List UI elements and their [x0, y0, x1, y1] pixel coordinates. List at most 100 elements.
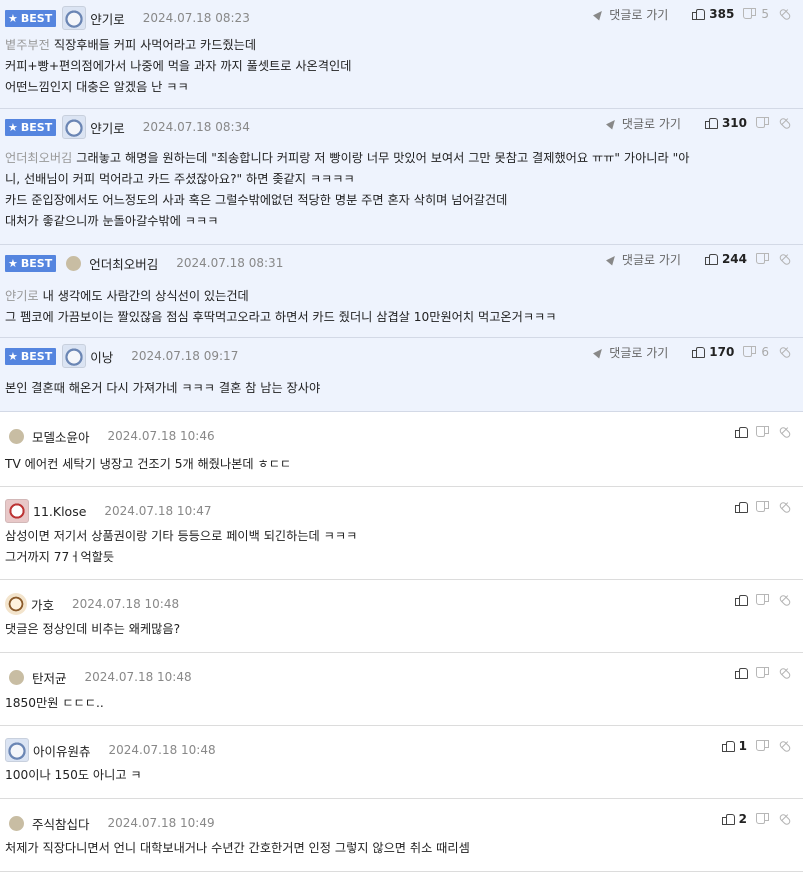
- downvote-button[interactable]: [757, 253, 769, 265]
- comment-text: 어떤느낌인지 대충은 알겠음 난 ㅋㅋ: [5, 80, 189, 94]
- goto-reply-label: 댓글로 가기: [609, 345, 669, 360]
- thumbs-up-icon: [721, 813, 735, 825]
- downvote-button[interactable]: [757, 667, 769, 679]
- upvote-button[interactable]: 170: [692, 345, 734, 359]
- avatar-dog[interactable]: [5, 499, 29, 523]
- upvote-button[interactable]: [735, 594, 748, 606]
- share-link-button[interactable]: [778, 666, 792, 680]
- downvote-button[interactable]: [757, 740, 769, 752]
- upvote-count: 244: [721, 252, 747, 266]
- downvote-button[interactable]: [757, 813, 769, 825]
- thumbs-up-icon: [735, 594, 748, 606]
- comment-date: 2024.07.18 09:17: [131, 349, 239, 363]
- comment-item: 모델소윤아 2024.07.18 10:46 TV 에어컨 세탁기 냉장고 건조기 …: [0, 412, 803, 487]
- best-badge: ★ BEST: [5, 118, 57, 136]
- comment-text: 댓글은 정상인데 비추는 왜케많음?: [5, 622, 181, 636]
- comment-actions: 1: [712, 733, 792, 759]
- comment-date: 2024.07.18 10:49: [107, 816, 215, 830]
- goto-reply-link[interactable]: 댓글로 가기: [593, 6, 668, 23]
- upvote-count: 1: [738, 739, 747, 753]
- comment-item: 아이유원츄 2024.07.18 10:48 1 100이나 150도 아니고 ㅋ: [0, 726, 803, 799]
- comment-actions: [725, 660, 792, 686]
- share-link-button[interactable]: [778, 345, 792, 359]
- author-name[interactable]: 가호: [31, 595, 54, 614]
- mention-tag[interactable]: 볕주부전: [5, 38, 50, 52]
- comment-text: 그래놓고 해명을 원하는데 "죄송합니다 커피랑 저 빵이랑 너무 맛있어 보여…: [76, 151, 690, 165]
- author-name[interactable]: 11.Klose: [33, 504, 86, 519]
- comment-line: 어떤느낌인지 대충은 알겠음 난 ㅋㅋ: [5, 77, 793, 98]
- avatar-dot[interactable]: [66, 255, 82, 271]
- upvote-button[interactable]: [735, 667, 748, 679]
- author-name[interactable]: 얀기로: [90, 118, 125, 137]
- star-icon: ★: [8, 11, 18, 25]
- comment-meta: 가호 2024.07.18 10:48: [5, 592, 179, 616]
- avatar-pic[interactable]: [62, 6, 87, 30]
- link-icon: [778, 252, 792, 266]
- comment-text: 본인 결혼때 해온거 다시 가져가네 ㅋㅋㅋ 결혼 참 남는 장사야: [5, 381, 321, 395]
- arrow-icon: [593, 345, 606, 359]
- upvote-button[interactable]: [735, 426, 748, 438]
- avatar-dot[interactable]: [9, 669, 24, 685]
- author-name[interactable]: 주식참십다: [32, 814, 90, 833]
- avatar-pup[interactable]: [5, 593, 27, 615]
- share-link-button[interactable]: [778, 116, 792, 130]
- comment-item: 11.Klose 2024.07.18 10:47 삼성이면 저기서 상품권이랑 기…: [0, 487, 803, 580]
- goto-reply-link[interactable]: 댓글로 가기: [605, 115, 681, 132]
- thumbs-down-icon: [744, 346, 756, 358]
- thumbs-up-icon: [735, 501, 748, 513]
- best-label: BEST: [20, 11, 53, 25]
- share-link-button[interactable]: [778, 7, 792, 21]
- thumbs-down-icon: [757, 813, 769, 825]
- share-link-button[interactable]: [778, 425, 792, 439]
- upvote-button[interactable]: 1: [721, 739, 747, 753]
- comment-text: 그 펨코에 가끔보이는 짤있잖음 점심 후딱먹고오라고 하면서 카드 줬더니 삼…: [5, 310, 557, 324]
- upvote-button[interactable]: 385: [692, 7, 734, 21]
- author-name[interactable]: 탄저균: [32, 668, 67, 687]
- author-name[interactable]: 아이유원츄: [33, 741, 91, 760]
- mention-tag[interactable]: 언더최오버김: [5, 151, 72, 165]
- goto-reply-link[interactable]: 댓글로 가기: [593, 344, 669, 361]
- avatar-dot[interactable]: [9, 428, 24, 444]
- upvote-count: 170: [709, 345, 735, 359]
- link-icon: [778, 500, 792, 514]
- comment-text: TV 에어컨 세탁기 냉장고 건조기 5개 해줬나본데 ㅎㄷㄷ: [5, 457, 292, 471]
- avatar-pic[interactable]: [62, 344, 87, 368]
- avatar-pic[interactable]: [5, 738, 29, 762]
- link-icon: [778, 739, 792, 753]
- downvote-button[interactable]: [757, 594, 769, 606]
- downvote-button[interactable]: 5: [744, 7, 769, 21]
- upvote-button[interactable]: 244: [704, 252, 747, 266]
- arrow-icon: [593, 7, 606, 21]
- thumbs-down-icon: [757, 501, 769, 513]
- downvote-button[interactable]: [757, 117, 769, 129]
- share-link-button[interactable]: [778, 593, 792, 607]
- avatar-pic[interactable]: [62, 115, 87, 139]
- star-icon: ★: [8, 349, 18, 363]
- comment-date: 2024.07.18 10:48: [84, 670, 192, 684]
- comment-item: 가호 2024.07.18 10:48 댓글은 정상인데 비추는 왜케많음?: [0, 580, 803, 653]
- upvote-button[interactable]: [735, 501, 748, 513]
- author-name[interactable]: 이낭: [90, 347, 113, 366]
- share-link-button[interactable]: [778, 500, 792, 514]
- upvote-button[interactable]: 310: [704, 116, 747, 130]
- comment-line: 처제가 직장다니면서 언니 대학보내거나 수년간 간호한거면 인정 그렇지 않으…: [5, 838, 793, 859]
- share-link-button[interactable]: [778, 739, 792, 753]
- downvote-button[interactable]: [757, 426, 769, 438]
- comment-meta: ★ BEST 얀기로 2024.07.18 08:34: [5, 115, 250, 139]
- author-name[interactable]: 얀기로: [90, 9, 125, 28]
- downvote-button[interactable]: [757, 501, 769, 513]
- author-name[interactable]: 모델소윤아: [32, 427, 90, 446]
- comment-line: 니, 선배님이 커피 먹어라고 카드 주셨잖아요?" 하면 좆같지 ㅋㅋㅋㅋ: [5, 169, 793, 190]
- downvote-button[interactable]: 6: [744, 345, 769, 359]
- comment-text: 대처가 좋같으니까 눈돌아갈수밖에 ㅋㅋㅋ: [5, 214, 219, 228]
- comment-line: 그거까지 77ㅓ억할듯: [5, 547, 793, 568]
- share-link-button[interactable]: [778, 812, 792, 826]
- share-link-button[interactable]: [778, 252, 792, 266]
- goto-reply-link[interactable]: 댓글로 가기: [605, 251, 681, 268]
- upvote-button[interactable]: 2: [721, 812, 747, 826]
- author-name[interactable]: 언더최오버김: [89, 254, 158, 273]
- mention-tag[interactable]: 얀기로: [5, 289, 39, 303]
- comment-line: 대처가 좋같으니까 눈돌아갈수밖에 ㅋㅋㅋ: [5, 211, 793, 232]
- avatar-dot[interactable]: [9, 815, 24, 831]
- comment-text: 처제가 직장다니면서 언니 대학보내거나 수년간 간호한거면 인정 그렇지 않으…: [5, 841, 470, 855]
